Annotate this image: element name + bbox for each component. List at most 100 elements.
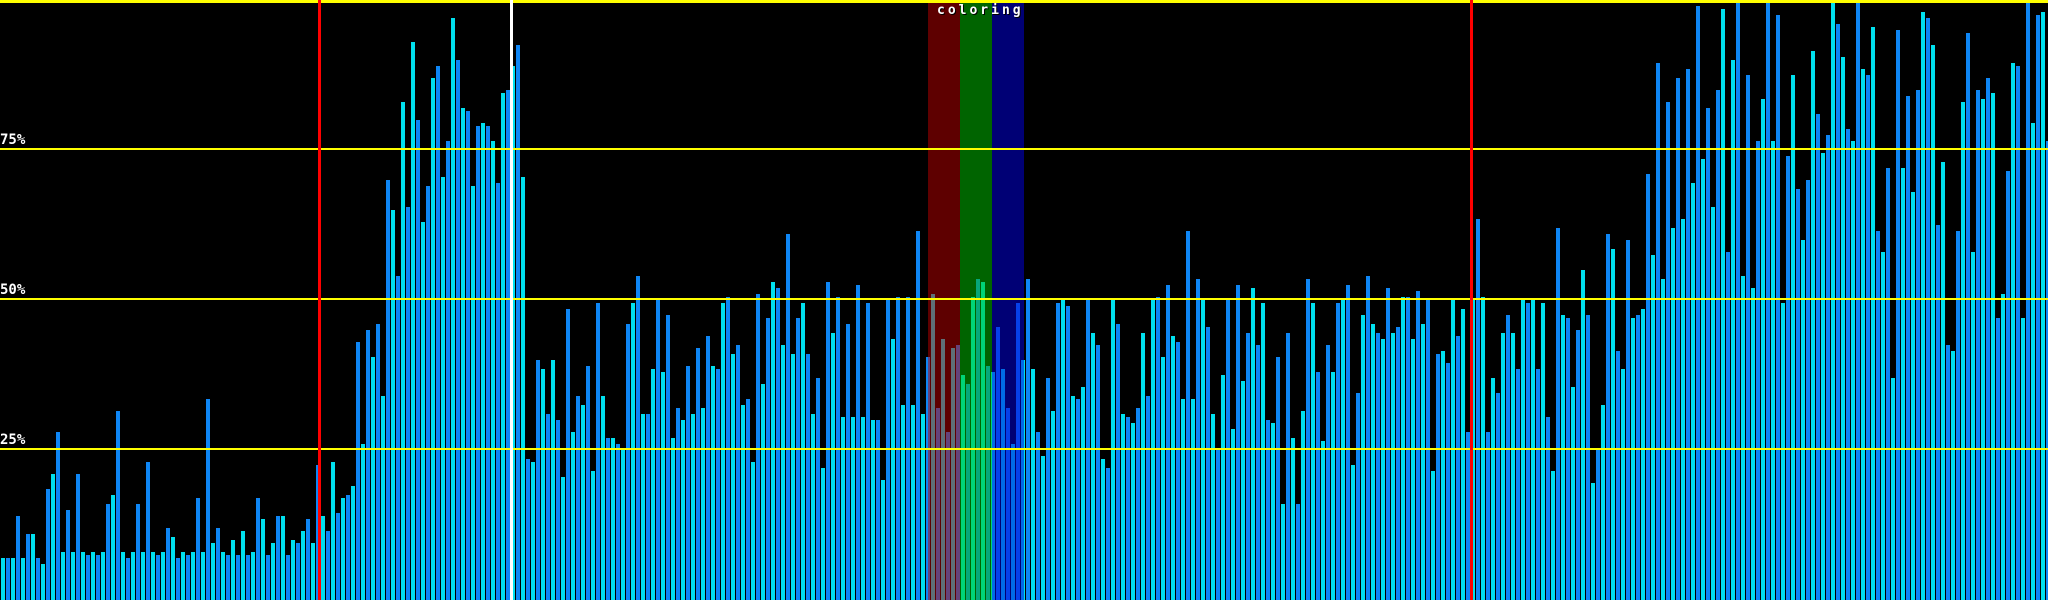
- bar: [291, 540, 295, 600]
- bar: [656, 300, 660, 600]
- bar: [1241, 381, 1245, 600]
- bar: [91, 552, 95, 600]
- bar: [1296, 504, 1300, 600]
- bar: [406, 207, 410, 600]
- bar: [2041, 12, 2045, 600]
- bar: [361, 444, 365, 600]
- bar: [1051, 411, 1055, 600]
- bar: [156, 555, 160, 600]
- bar: [1741, 276, 1745, 600]
- bar: [751, 462, 755, 600]
- bar: [1626, 240, 1630, 600]
- bar: [1916, 90, 1920, 600]
- bar: [1621, 369, 1625, 600]
- bar: [691, 414, 695, 600]
- bar: [401, 102, 405, 600]
- bar: [161, 552, 165, 600]
- bar: [486, 126, 490, 600]
- bar: [1691, 183, 1695, 600]
- bar: [1291, 438, 1295, 600]
- bar: [1531, 300, 1535, 600]
- bar: [351, 486, 355, 600]
- bar: [641, 414, 645, 600]
- bar: [546, 414, 550, 600]
- bar: [1501, 333, 1505, 600]
- bar: [206, 399, 210, 600]
- bar: [1846, 129, 1850, 600]
- bar: [1796, 189, 1800, 600]
- bar: [171, 537, 175, 600]
- bar: [631, 303, 635, 600]
- bar: [1361, 315, 1365, 600]
- bar: [6, 558, 10, 600]
- bar: [1066, 306, 1070, 600]
- bar: [226, 555, 230, 600]
- bar: [46, 489, 50, 600]
- bar: [1936, 225, 1940, 600]
- bar: [1111, 300, 1115, 600]
- bar: [921, 414, 925, 600]
- bar: [576, 396, 580, 600]
- bar: [731, 354, 735, 600]
- bar: [741, 405, 745, 600]
- bar: [791, 354, 795, 600]
- bar: [1526, 303, 1530, 600]
- bar: [531, 462, 535, 600]
- bar: [1071, 396, 1075, 600]
- bar: [1251, 288, 1255, 600]
- bar: [1086, 300, 1090, 600]
- bar: [1031, 369, 1035, 600]
- bar: [1306, 279, 1310, 600]
- bar: [846, 324, 850, 600]
- bar: [1576, 330, 1580, 600]
- bar: [1216, 450, 1220, 600]
- red-marker-2-line: [1470, 0, 1473, 600]
- bar: [311, 543, 315, 600]
- bar: [1896, 30, 1900, 600]
- bar: [126, 558, 130, 600]
- bar: [356, 342, 360, 600]
- bar: [321, 516, 325, 600]
- bar: [816, 378, 820, 600]
- bar: [1781, 303, 1785, 600]
- bar: [251, 552, 255, 600]
- bar: [611, 438, 615, 600]
- bar: [526, 459, 530, 600]
- bar: [1476, 219, 1480, 600]
- bar: [166, 528, 170, 600]
- bar: [1331, 372, 1335, 600]
- bar: [626, 324, 630, 600]
- bar: [676, 408, 680, 600]
- bar: [1771, 141, 1775, 600]
- bar: [1701, 159, 1705, 600]
- bar: [326, 531, 330, 600]
- bar: [1961, 102, 1965, 600]
- bar: [821, 468, 825, 600]
- bar: [721, 303, 725, 600]
- bar: [886, 300, 890, 600]
- bar: [26, 534, 30, 600]
- bar: [561, 477, 565, 600]
- bar: [1881, 252, 1885, 600]
- bar: [276, 516, 280, 600]
- bar: [1601, 405, 1605, 600]
- bar: [211, 543, 215, 600]
- gridline-50: [0, 298, 2048, 300]
- bar: [636, 276, 640, 600]
- bar: [1886, 168, 1890, 600]
- bar: [1791, 75, 1795, 600]
- bar: [621, 450, 625, 600]
- bar: [566, 309, 570, 600]
- bar: [766, 318, 770, 600]
- bar: [341, 498, 345, 600]
- bar: [21, 558, 25, 600]
- bar: [81, 552, 85, 600]
- bar: [1376, 333, 1380, 600]
- bar: [1231, 429, 1235, 600]
- bar: [1676, 78, 1680, 600]
- bar: [136, 504, 140, 600]
- bar: [1521, 300, 1525, 600]
- bar: [1891, 378, 1895, 600]
- red-band: [928, 0, 960, 600]
- bar: [761, 384, 765, 600]
